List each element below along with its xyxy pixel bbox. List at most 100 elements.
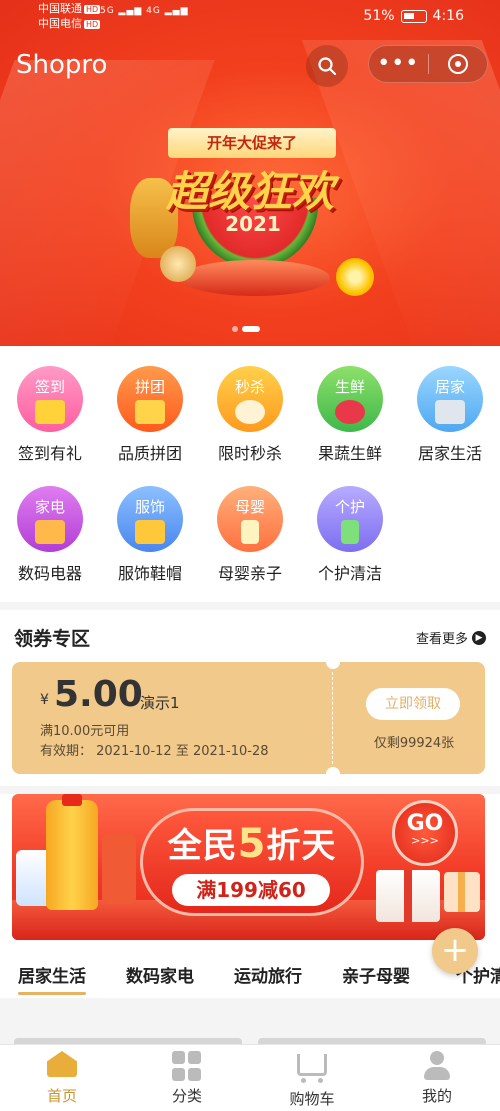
hd-badge: HD <box>84 5 101 14</box>
coupon-section: 领券专区 查看更多 ▶ ¥ 5.00 演示1 满10.00元可用 有效期： 20… <box>0 610 500 786</box>
category-tag: 签到 <box>34 378 65 396</box>
category-fresh[interactable]: 生鲜 果蔬生鲜 <box>305 366 395 464</box>
vegetable-icon: 生鲜 <box>317 366 383 432</box>
category-tag: 母婴 <box>234 498 265 516</box>
camera-icon: 家电 <box>17 486 83 552</box>
chevron-right-icon: ▶ <box>472 630 486 645</box>
status-right: 51% 4:16 <box>363 8 464 24</box>
category-electronics[interactable]: 家电 数码电器 <box>5 486 95 584</box>
view-more-label: 查看更多 <box>415 632 468 647</box>
bag-shape <box>135 400 165 424</box>
nav-home[interactable]: 首页 <box>17 1051 107 1106</box>
view-more-link[interactable]: 查看更多 ▶ <box>416 628 486 647</box>
category-apparel[interactable]: 服饰 服饰鞋帽 <box>105 486 195 584</box>
tab-parent-baby[interactable]: 亲子母婴 <box>342 962 410 987</box>
add-fab-button[interactable]: + <box>432 928 478 974</box>
clock: 4:16 <box>432 8 464 24</box>
banner-tag: 开年大促来了 <box>168 128 336 158</box>
category-baby[interactable]: 母婴 母婴亲子 <box>205 486 295 584</box>
gift-box <box>35 400 65 424</box>
category-tag: 拼团 <box>134 378 165 396</box>
indicator-dot[interactable] <box>232 326 238 332</box>
nav-label: 分类 <box>171 1087 202 1105</box>
category-label: 数码电器 <box>17 564 82 583</box>
category-personal-care[interactable]: 个护 个护清洁 <box>305 486 395 584</box>
carrier-info: 中国联通 HD 中国电信 HD <box>38 2 101 32</box>
banner-indicator <box>232 326 260 332</box>
more-dots-icon[interactable]: ••• <box>369 45 428 83</box>
promo-title-post: 折天 <box>266 826 337 866</box>
cart-icon <box>297 1054 327 1084</box>
promo-title-pre: 全民 <box>167 826 238 866</box>
category-sign-in[interactable]: 签到 签到有礼 <box>5 366 95 464</box>
shopping-bag-icon: 拼团 <box>117 366 183 432</box>
tab-digital[interactable]: 数码家电 <box>126 962 194 987</box>
bottle-shape <box>341 520 359 544</box>
pot-icon: 居家 <box>417 366 483 432</box>
fruit-image <box>160 246 196 282</box>
category-label: 居家生活 <box>417 444 482 463</box>
nav-cart[interactable]: 购物车 <box>267 1051 357 1109</box>
product-box-image <box>102 834 136 904</box>
category-label: 品质拼团 <box>117 444 182 463</box>
app-title: Shopro <box>16 50 108 80</box>
category-label: 签到有礼 <box>17 444 82 463</box>
bottom-nav: 首页 分类 购物车 我的 <box>0 1044 500 1111</box>
mini-program-capsule: ••• <box>368 45 488 83</box>
category-group-buy[interactable]: 拼团 品质拼团 <box>105 366 195 464</box>
category-icon <box>172 1051 202 1081</box>
category-tag: 居家 <box>434 378 465 396</box>
category-label: 限时秒杀 <box>217 444 282 463</box>
coupon-notch <box>326 767 340 781</box>
banner-year: 2021 <box>225 212 281 236</box>
close-mini-program-button[interactable] <box>428 54 487 74</box>
category-label: 个护清洁 <box>317 564 382 583</box>
category-tag: 服饰 <box>134 498 165 516</box>
claim-coupon-button[interactable]: 立即领取 <box>366 688 460 720</box>
signal-icon: 5G ▂▄▆ 4G ▂▄▆ <box>100 6 189 16</box>
search-button[interactable] <box>306 45 348 87</box>
go-arrows-icon: >>> <box>411 834 439 847</box>
nav-profile[interactable]: 我的 <box>392 1051 482 1106</box>
gift-icon: 签到 <box>17 366 83 432</box>
category-tag: 个护 <box>334 498 365 516</box>
category-label: 母婴亲子 <box>217 564 282 583</box>
battery-icon <box>400 9 427 23</box>
category-flash-sale[interactable]: 秒杀 限时秒杀 <box>205 366 295 464</box>
gift-box-image <box>444 872 480 912</box>
hero-banner[interactable]: 中国联通 HD 中国电信 HD 5G ▂▄▆ 4G ▂▄▆ 51% 4:16 Sho… <box>0 0 500 346</box>
banner-headline: 超级狂欢 <box>165 167 334 216</box>
category-label: 服饰鞋帽 <box>117 564 182 583</box>
gift-box-image <box>376 870 440 922</box>
promo-subtitle: 满199减60 <box>172 874 330 906</box>
pot-shape <box>435 400 465 424</box>
category-grid: 签到 签到有礼 拼团 品质拼团 秒杀 限时秒杀 生鲜 果蔬生鲜 居家 居家生活 <box>0 346 500 602</box>
section-title: 领券专区 <box>14 628 91 650</box>
carrier-1: 中国联通 <box>38 2 82 15</box>
alarm-clock-icon: 秒杀 <box>217 366 283 432</box>
tab-sports-travel[interactable]: 运动旅行 <box>234 962 302 987</box>
category-home[interactable]: 居家 居家生活 <box>405 366 495 464</box>
indicator-dot-active[interactable] <box>242 326 260 332</box>
shirt-shape <box>135 520 165 544</box>
coupon-card: ¥ 5.00 演示1 满10.00元可用 有效期： 2021-10-12 至 2… <box>12 655 485 781</box>
home-icon <box>47 1051 77 1081</box>
tab-home-living[interactable]: 居家生活 <box>18 962 86 995</box>
soap-bottle-icon: 个护 <box>317 486 383 552</box>
baby-bottle-icon: 母婴 <box>217 486 283 552</box>
orange-image <box>336 258 374 296</box>
banner-pedestal <box>180 260 330 296</box>
gift-ribbon <box>404 870 412 922</box>
category-tag: 家电 <box>34 498 65 516</box>
promo-title: 全民5折天 <box>140 818 364 867</box>
hd-badge: HD <box>84 20 101 29</box>
battery-percent: 51% <box>363 8 395 24</box>
nav-label: 首页 <box>46 1087 77 1105</box>
camera-shape <box>35 520 65 544</box>
nav-category[interactable]: 分类 <box>142 1051 232 1106</box>
go-button[interactable]: GO >>> <box>392 800 458 866</box>
search-icon <box>318 57 337 76</box>
category-tag: 秒杀 <box>234 378 265 396</box>
nav-label: 我的 <box>421 1087 452 1105</box>
promo-banner[interactable]: 全民5折天 满199减60 GO >>> <box>12 794 485 940</box>
